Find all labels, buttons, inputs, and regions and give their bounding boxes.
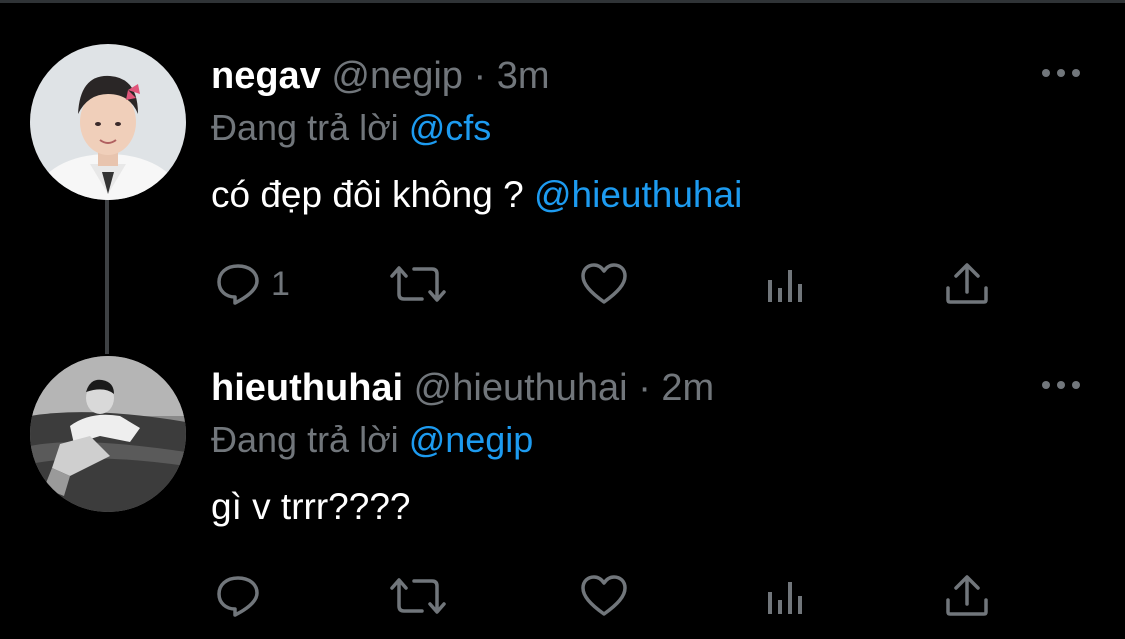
like-icon: [581, 575, 627, 616]
tweet-text: gì v trrr????: [211, 485, 410, 529]
analytics-icon: [768, 582, 802, 614]
more-icon[interactable]: [1040, 378, 1082, 392]
handle[interactable]: @negip: [331, 55, 463, 97]
tweet-text-mention[interactable]: @hieuthuhai: [534, 174, 742, 215]
reply-icon: [217, 576, 259, 617]
separator: ·: [638, 367, 651, 409]
reply-count: 1: [271, 264, 290, 303]
timestamp[interactable]: 3m: [497, 55, 550, 97]
avatar[interactable]: [30, 356, 186, 512]
share-button[interactable]: [944, 262, 990, 306]
like-button[interactable]: [580, 574, 628, 618]
share-icon: [946, 575, 988, 616]
like-icon: [581, 263, 627, 304]
analytics-button[interactable]: [766, 578, 806, 618]
tweet-text-content: gì v trrr????: [211, 486, 411, 527]
tweet-header: negav @negip · 3m: [211, 54, 550, 98]
share-icon: [946, 263, 988, 304]
display-name[interactable]: hieuthuhai: [211, 367, 403, 409]
retweet-icon: [390, 266, 446, 302]
replying-to: Đang trả lời @negip: [211, 418, 533, 462]
replying-to-mention[interactable]: @cfs: [409, 107, 492, 148]
replying-to-mention[interactable]: @negip: [409, 419, 534, 460]
retweet-icon: [390, 578, 446, 614]
reply-icon: [217, 264, 259, 305]
timestamp[interactable]: 2m: [661, 367, 714, 409]
tweet-text-content: có đẹp đôi không ?: [211, 174, 534, 215]
more-icon[interactable]: [1040, 66, 1082, 80]
tweet-text: có đẹp đôi không ? @hieuthuhai: [211, 173, 742, 217]
tweet-header: hieuthuhai @hieuthuhai · 2m: [211, 366, 714, 410]
avatar[interactable]: [30, 44, 186, 200]
replying-to-label: Đang trả lời: [211, 107, 409, 148]
top-divider: [0, 0, 1125, 3]
share-button[interactable]: [944, 574, 990, 618]
like-button[interactable]: [580, 262, 628, 306]
retweet-button[interactable]: [388, 576, 448, 616]
replying-to-label: Đang trả lời: [211, 419, 409, 460]
thread-connector-line: [105, 198, 109, 354]
reply-button[interactable]: 1: [215, 262, 290, 306]
retweet-button[interactable]: [388, 264, 448, 304]
replying-to: Đang trả lời @cfs: [211, 106, 491, 150]
display-name[interactable]: negav: [211, 55, 321, 97]
reply-button[interactable]: [215, 574, 261, 618]
handle[interactable]: @hieuthuhai: [414, 367, 628, 409]
separator: ·: [473, 55, 487, 97]
analytics-icon: [768, 270, 802, 302]
analytics-button[interactable]: [766, 266, 806, 306]
